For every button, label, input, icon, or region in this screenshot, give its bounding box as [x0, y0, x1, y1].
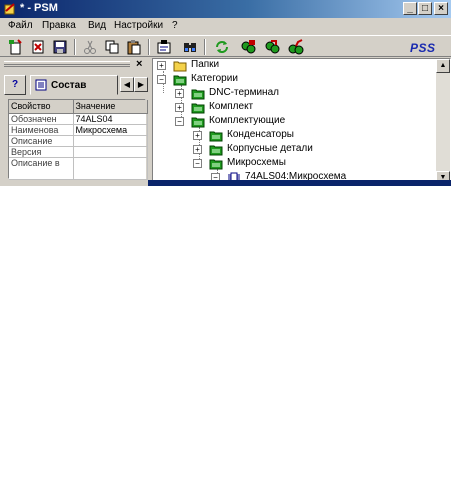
expand-toggle[interactable]: +: [193, 131, 202, 140]
tree-item-label: Комплект: [209, 101, 254, 112]
expand-toggle[interactable]: +: [175, 89, 184, 98]
panel-tab-bar: ? Состав ◀ ▶: [4, 75, 148, 95]
tree-item-label: Категории: [191, 73, 238, 84]
tree-item-label: Папки: [191, 59, 220, 70]
tree-item-label: Корпусные детали: [227, 143, 313, 154]
category-folder-icon: [191, 87, 205, 100]
category-folder-icon: [191, 115, 205, 128]
property-name: Версия: [9, 146, 74, 158]
tree-view[interactable]: + Папки − Категории + DNC-терминал + Ком…: [152, 58, 451, 186]
property-name: Обозначен: [9, 113, 74, 125]
checkin-icon[interactable]: [264, 39, 280, 55]
table-row[interactable]: Описание в: [9, 157, 148, 180]
scroll-up-button[interactable]: ▲: [436, 59, 450, 73]
tree-item-label: Конденсаторы: [227, 129, 294, 140]
title-bar[interactable]: * - PSM _ □ ×: [0, 0, 451, 18]
table-row[interactable]: Версия: [9, 146, 148, 158]
table-row[interactable]: Наименова Микросхема: [9, 124, 148, 136]
category-folder-icon: [209, 157, 223, 170]
property-name: Описание в: [9, 157, 74, 180]
property-value[interactable]: [73, 146, 148, 158]
pss-logo: PSS: [410, 41, 436, 55]
delete-icon[interactable]: [30, 39, 46, 55]
close-button[interactable]: ×: [434, 2, 448, 15]
tree-item-label: Комплектующие: [209, 115, 286, 126]
menu-edit[interactable]: Правка: [42, 20, 76, 31]
tree-item-label: Микросхемы: [227, 157, 286, 168]
maximize-button[interactable]: □: [418, 2, 432, 15]
checkout-icon[interactable]: [240, 39, 256, 55]
application-window: * - PSM _ □ × Файл Правка Вид Настройки …: [0, 0, 451, 186]
tab-help[interactable]: ?: [4, 75, 26, 95]
selected-tree-item[interactable]: [148, 180, 451, 186]
category-folder-icon: [173, 73, 187, 86]
collapse-toggle[interactable]: −: [157, 75, 166, 84]
minimize-button[interactable]: _: [403, 2, 417, 15]
window-title: * - PSM: [20, 2, 58, 14]
expand-toggle[interactable]: +: [193, 145, 202, 154]
app-icon[interactable]: [3, 2, 17, 16]
menu-bar: Файл Правка Вид Настройки ?: [0, 18, 451, 35]
menu-settings[interactable]: Настройки: [114, 20, 163, 31]
structure-icon: [35, 79, 47, 91]
paste-icon[interactable]: [126, 39, 142, 55]
panel-close-button[interactable]: ×: [136, 58, 142, 70]
left-panel: × ? Состав ◀ ▶ Свойство Значение Обознач…: [0, 58, 148, 186]
table-row[interactable]: Описание: [9, 135, 148, 147]
property-name: Описание: [9, 135, 74, 147]
collapse-toggle[interactable]: −: [175, 117, 184, 126]
category-folder-icon: [191, 101, 205, 114]
tree-item-label: DNC-терминал: [209, 87, 279, 98]
toolbar: PSS: [0, 35, 451, 57]
column-header-property[interactable]: Свойство: [9, 100, 74, 114]
category-folder-icon: [209, 129, 223, 142]
new-icon[interactable]: [8, 39, 24, 55]
cut-icon[interactable]: [82, 39, 98, 55]
category-folder-icon: [209, 143, 223, 156]
property-value[interactable]: [73, 157, 148, 180]
save-icon[interactable]: [52, 39, 68, 55]
toolbar-separator: [74, 39, 76, 55]
menu-view[interactable]: Вид: [88, 20, 106, 31]
table-row[interactable]: Обозначен 74ALS04: [9, 113, 148, 125]
grid-header-row: Свойство Значение: [9, 100, 148, 114]
property-value[interactable]: [73, 135, 148, 147]
find-icon[interactable]: [182, 39, 198, 55]
collapse-toggle[interactable]: −: [193, 159, 202, 168]
property-name: Наименова: [9, 124, 74, 136]
copy-icon[interactable]: [104, 39, 120, 55]
property-value[interactable]: 74ALS04: [73, 113, 148, 125]
panel-grip[interactable]: [4, 61, 130, 67]
expand-toggle[interactable]: +: [175, 103, 184, 112]
toolbar-separator: [204, 39, 206, 55]
properties-icon[interactable]: [156, 39, 172, 55]
folder-icon: [173, 59, 187, 72]
tree-vertical-scrollbar[interactable]: ▲ ▼: [436, 59, 450, 185]
property-value[interactable]: Микросхема: [73, 124, 148, 136]
refresh-icon[interactable]: [214, 39, 230, 55]
toolbar-separator: [148, 39, 150, 55]
menu-file[interactable]: Файл: [8, 20, 33, 31]
tab-label: Состав: [51, 80, 87, 91]
properties-grid[interactable]: Свойство Значение Обозначен 74ALS04 Наим…: [8, 99, 148, 180]
column-header-value[interactable]: Значение: [73, 100, 148, 114]
menu-help[interactable]: ?: [172, 20, 178, 31]
tab-scroll-right-button[interactable]: ▶: [134, 77, 148, 92]
expand-toggle[interactable]: +: [157, 61, 166, 70]
tab-sostav[interactable]: Состав: [30, 75, 118, 95]
tab-scroll-left-button[interactable]: ◀: [120, 77, 134, 92]
undo-checkout-icon[interactable]: [288, 39, 304, 55]
